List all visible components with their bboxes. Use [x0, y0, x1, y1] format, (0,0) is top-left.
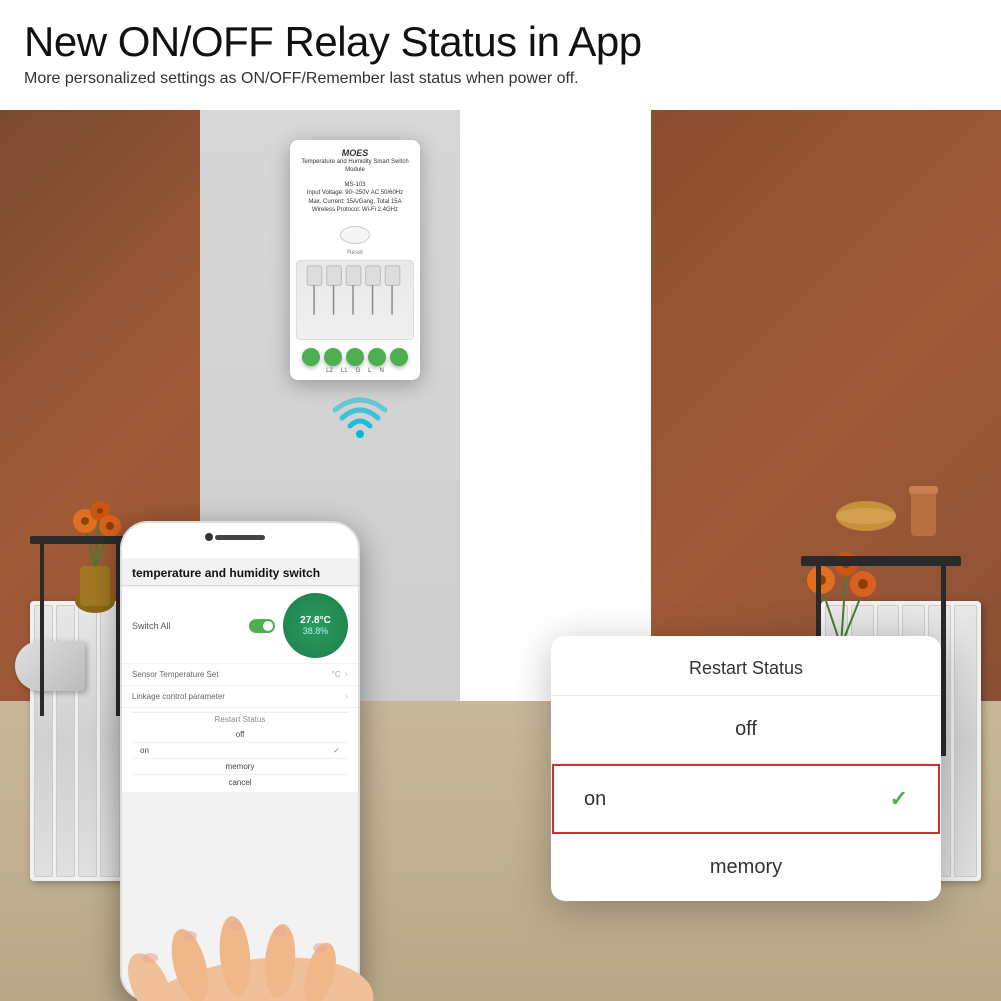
side-table-left: [25, 536, 135, 721]
restart-status-section: Restart Status off on ✓ memory cancel: [122, 708, 358, 792]
chevron-right-icon: ›: [345, 669, 348, 680]
header: New ON/OFF Relay Status in App More pers…: [0, 0, 1001, 100]
check-icon: ✓: [890, 786, 908, 812]
reset-button[interactable]: [340, 226, 370, 244]
linkage-row: Linkage control parameter ›: [122, 686, 358, 707]
toggle-knob: [263, 621, 273, 631]
popup-on-label: on: [584, 788, 606, 811]
popup-option-on[interactable]: on ✓: [552, 764, 940, 834]
module-specs: MS-103 Input Voltage: 90~250V AC 50/60Hz…: [307, 181, 403, 215]
terminal-g: [346, 348, 364, 366]
phone-camera: [205, 533, 213, 541]
popup-option-memory[interactable]: memory: [551, 834, 941, 901]
terminal-n: [390, 348, 408, 366]
module-terminals: [302, 348, 408, 366]
terminal-l1: [324, 348, 342, 366]
module-brand: MOES: [342, 148, 369, 158]
wifi-icon: [330, 390, 390, 445]
option-off-mini[interactable]: off: [132, 727, 348, 743]
app-header: temperature and humidity switch: [122, 558, 358, 586]
option-cancel-mini[interactable]: cancel: [132, 775, 348, 790]
option-memory-mini[interactable]: memory: [132, 759, 348, 775]
module-description: Temperature and Humidity Smart Switch Mo…: [296, 158, 414, 175]
phone-speaker: [215, 535, 265, 540]
switch-toggle[interactable]: [249, 619, 275, 633]
terminal-l2: [302, 348, 320, 366]
switch-all-label: Switch All: [132, 621, 249, 631]
linkage-label: Linkage control parameter: [132, 692, 345, 701]
linkage-chevron-icon: ›: [345, 691, 348, 702]
terminal-labels: L2 L1 G L N: [326, 368, 384, 374]
option-on-mini[interactable]: on ✓: [132, 743, 348, 759]
sensor-temp-unit: °C: [332, 670, 341, 679]
terminal-l: [368, 348, 386, 366]
restart-status-label-mini: Restart Status: [132, 712, 348, 724]
subtitle: More personalized settings as ON/OFF/Rem…: [24, 70, 977, 88]
sensor-temp-row: Sensor Temperature Set °C ›: [122, 664, 358, 685]
temp-humidity-display: 27.8°C 38.8%: [283, 593, 348, 658]
temp-value: 27.8°C: [300, 615, 331, 626]
restart-status-popup: Restart Status off on ✓ memory: [551, 636, 941, 901]
app-title: temperature and humidity switch: [132, 566, 348, 580]
sensor-temp-label: Sensor Temperature Set: [132, 670, 332, 679]
smart-switch-module: MOES Temperature and Humidity Smart Swit…: [290, 140, 420, 380]
popup-option-off[interactable]: off: [551, 696, 941, 764]
popup-title: Restart Status: [551, 636, 941, 696]
switch-all-row: Switch All 27.8°C 38.8%: [122, 588, 358, 663]
circuit-board: [296, 260, 414, 340]
scene: MOES Temperature and Humidity Smart Swit…: [0, 110, 1001, 1001]
hand-holding-phone: [90, 886, 400, 1001]
reset-label: Reset: [347, 250, 363, 256]
humidity-value: 38.8%: [303, 626, 329, 636]
table-decor-items: [831, 486, 951, 571]
phone-hand-group: temperature and humidity switch Switch A…: [120, 521, 370, 1001]
main-title: New ON/OFF Relay Status in App: [24, 18, 977, 66]
